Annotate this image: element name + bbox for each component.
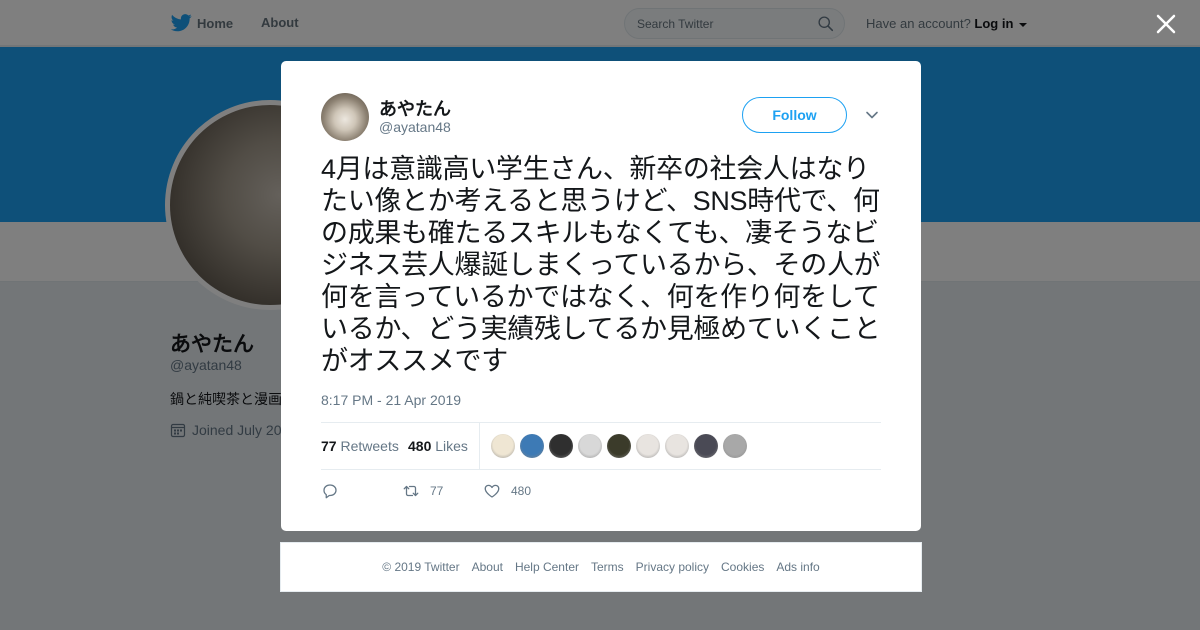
- tweet-stats: 77 Retweets 480 Likes: [321, 422, 881, 470]
- liker-avatar[interactable]: [607, 434, 631, 458]
- footer-link[interactable]: Terms: [591, 560, 624, 574]
- chevron-down-icon[interactable]: [865, 108, 879, 122]
- heart-icon: [484, 484, 500, 498]
- liker-avatar[interactable]: [636, 434, 660, 458]
- retweet-button[interactable]: 77: [402, 482, 443, 500]
- author-name[interactable]: あやたん: [379, 95, 451, 121]
- modal-footer: © 2019 Twitter About Help Center Terms Priva…: [280, 542, 922, 592]
- retweets-stat[interactable]: 77 Retweets: [321, 438, 399, 454]
- liker-avatar[interactable]: [578, 434, 602, 458]
- tweet-timestamp[interactable]: 8:17 PM - 21 Apr 2019: [321, 392, 461, 408]
- footer-link[interactable]: Privacy policy: [636, 560, 709, 574]
- follow-button[interactable]: Follow: [742, 97, 847, 133]
- likes-label: Likes: [435, 438, 468, 454]
- retweet-icon: [403, 485, 419, 497]
- likes-count: 480: [408, 438, 432, 454]
- close-icon[interactable]: [1154, 12, 1178, 36]
- footer-link[interactable]: About: [472, 560, 503, 574]
- liker-avatar[interactable]: [549, 434, 573, 458]
- liker-avatar[interactable]: [520, 434, 544, 458]
- footer-link[interactable]: Help Center: [515, 560, 579, 574]
- retweets-label: Retweets: [340, 438, 399, 454]
- like-action-count: 480: [511, 484, 532, 498]
- liker-avatar[interactable]: [665, 434, 689, 458]
- footer-link: © 2019 Twitter: [382, 560, 460, 574]
- likes-stat[interactable]: 480 Likes: [408, 438, 468, 454]
- reply-button[interactable]: [321, 482, 349, 500]
- reply-icon: [323, 484, 337, 499]
- footer-link[interactable]: Ads info: [776, 560, 819, 574]
- liker-avatar[interactable]: [723, 434, 747, 458]
- tweet-modal: あやたん @ayatan48 Follow 4月は意識高い学生さん、新卒の社会人…: [281, 61, 921, 531]
- liker-avatar[interactable]: [491, 434, 515, 458]
- like-button[interactable]: 480: [483, 482, 531, 500]
- footer-link[interactable]: Cookies: [721, 560, 764, 574]
- tweet-actions: 77 480: [321, 482, 881, 502]
- author-handle[interactable]: @ayatan48: [379, 119, 451, 135]
- retweets-count: 77: [321, 438, 337, 454]
- liker-avatar[interactable]: [694, 434, 718, 458]
- liker-avatars: [491, 434, 747, 458]
- stats-divider: [479, 423, 480, 469]
- tweet-text: 4月は意識高い学生さん、新卒の社会人はなりたい像とか考えると思うけど、SNS時代…: [321, 154, 881, 376]
- author-avatar[interactable]: [321, 93, 369, 141]
- retweet-action-count: 77: [430, 484, 444, 498]
